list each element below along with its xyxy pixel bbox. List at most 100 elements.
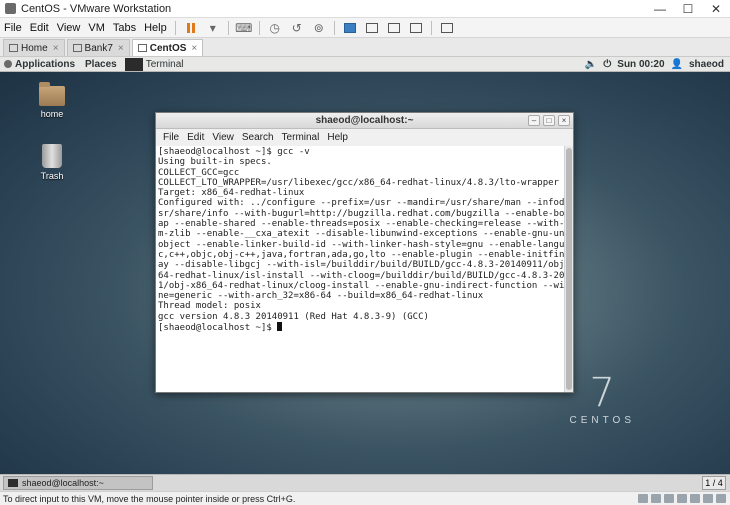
- clock[interactable]: Sun 00:20: [617, 59, 664, 70]
- terminal-line: Thread model: posix: [158, 301, 261, 312]
- places-menu[interactable]: Places: [85, 59, 117, 70]
- terminal-menu-terminal[interactable]: Terminal: [278, 132, 324, 143]
- terminal-close-button[interactable]: ×: [558, 115, 570, 126]
- terminal-line: [shaeod@localhost ~]$ gcc -v: [158, 147, 310, 157]
- console-view-button[interactable]: [438, 20, 456, 36]
- snapshot-manager-button[interactable]: ⊚: [310, 20, 328, 36]
- tab-label: CentOS: [149, 42, 187, 54]
- desktop-icon-home[interactable]: home: [32, 82, 72, 119]
- network-icon[interactable]: [664, 494, 674, 503]
- window-title-bar: CentOS - VMware Workstation — ☐ ✕: [0, 0, 730, 18]
- applications-menu[interactable]: Applications: [15, 59, 75, 70]
- taskbar-terminal-button[interactable]: shaeod@localhost:~: [3, 476, 153, 490]
- terminal-titlebar[interactable]: shaeod@localhost:~ – □ ×: [156, 113, 573, 129]
- user-menu[interactable]: shaeod: [689, 59, 724, 70]
- power-icon[interactable]: ⏻: [603, 59, 611, 70]
- menu-tabs[interactable]: Tabs: [109, 22, 140, 34]
- terminal-line: COLLECT_GCC=gcc: [158, 167, 240, 178]
- tab-bank7[interactable]: Bank7 ×: [66, 39, 130, 56]
- tab-centos[interactable]: CentOS ×: [131, 39, 204, 56]
- tab-close-icon[interactable]: ×: [191, 43, 197, 54]
- user-icon: 👤: [670, 59, 683, 70]
- active-app-terminal[interactable]: Terminal: [124, 57, 184, 72]
- sound-icon[interactable]: [690, 494, 700, 503]
- terminal-menu-help[interactable]: Help: [323, 132, 352, 143]
- gnome-desktop[interactable]: home Trash 7 CENTOS shaeod@localhost:~ –…: [0, 72, 730, 474]
- terminal-menu-search[interactable]: Search: [238, 132, 278, 143]
- terminal-window[interactable]: shaeod@localhost:~ – □ × File Edit View …: [155, 112, 574, 393]
- fullscreen-button[interactable]: [385, 20, 403, 36]
- close-button[interactable]: ✕: [702, 0, 730, 18]
- taskbar-terminal-label: shaeod@localhost:~: [22, 478, 104, 488]
- terminal-line: ap --enable-shared --enable-threads=posi…: [158, 219, 564, 230]
- gnome-window-list: shaeod@localhost:~ 1 / 4: [0, 474, 730, 491]
- unity-button[interactable]: [407, 20, 425, 36]
- menu-vm[interactable]: VM: [84, 22, 109, 34]
- applications-icon: [4, 60, 12, 68]
- send-ctrl-alt-del-button[interactable]: ⌨: [235, 20, 253, 36]
- menu-view[interactable]: View: [53, 22, 85, 34]
- desktop-icon-trash[interactable]: Trash: [32, 144, 72, 181]
- active-app-label: Terminal: [145, 58, 184, 70]
- clock-icon: ◷: [269, 20, 280, 35]
- terminal-menu-edit[interactable]: Edit: [183, 132, 208, 143]
- cd-drive-icon[interactable]: [651, 494, 661, 503]
- terminal-scrollbar[interactable]: [564, 146, 573, 392]
- centos-branding: 7 CENTOS: [570, 373, 636, 426]
- minimize-button[interactable]: —: [646, 0, 674, 18]
- terminal-line: Target: x86_64-redhat-linux: [158, 188, 305, 199]
- pause-button[interactable]: [182, 20, 200, 36]
- terminal-menu-bar: File Edit View Search Terminal Help: [156, 129, 573, 146]
- hard-disk-icon[interactable]: [638, 494, 648, 503]
- terminal-scrollbar-thumb[interactable]: [566, 148, 572, 390]
- terminal-prompt-line[interactable]: [shaeod@localhost ~]$: [158, 322, 562, 333]
- terminal-line: ne=generic --with-arch_32=x86-64 --build…: [158, 291, 484, 302]
- terminal-menu-view[interactable]: View: [208, 132, 238, 143]
- toolbar-separator: [174, 20, 176, 35]
- toolbar-separator: [333, 20, 335, 35]
- message-icon[interactable]: [716, 494, 726, 503]
- terminal-icon: [124, 57, 143, 71]
- vmware-app-icon: [5, 3, 16, 14]
- chevron-down-icon: ▾: [209, 20, 216, 35]
- revert-snapshot-button[interactable]: ↺: [288, 20, 306, 36]
- trash-icon: [42, 144, 62, 168]
- menu-file[interactable]: File: [0, 22, 26, 34]
- centos-wordmark: CENTOS: [569, 415, 635, 426]
- thumbnail-icon: [365, 22, 378, 33]
- terminal-title: shaeod@localhost:~: [315, 115, 414, 126]
- vm-icon: [137, 44, 147, 52]
- status-bar: To direct input to this VM, move the mou…: [0, 491, 730, 505]
- terminal-output[interactable]: [shaeod@localhost ~]$ gcc -v Using built-…: [156, 146, 564, 392]
- terminal-maximize-button[interactable]: □: [543, 115, 555, 126]
- home-icon: [9, 44, 18, 52]
- volume-icon[interactable]: 🔈: [585, 59, 597, 70]
- terminal-line: gcc version 4.8.3 20140911 (Red Hat 4.8.…: [158, 311, 429, 322]
- power-dropdown[interactable]: ▾: [204, 20, 222, 36]
- workspace-indicator[interactable]: 1 / 4: [702, 476, 726, 490]
- menu-bar: File Edit View VM Tabs Help ▾ ⌨ ◷ ↺ ⊚: [0, 18, 730, 38]
- unity-icon: [409, 22, 422, 33]
- tab-close-icon[interactable]: ×: [118, 43, 124, 54]
- toolbar-separator: [258, 20, 260, 35]
- snapshot-button[interactable]: ◷: [266, 20, 284, 36]
- sidebar-icon: [343, 22, 356, 33]
- console-icon: [440, 22, 453, 33]
- display-icon[interactable]: [703, 494, 713, 503]
- terminal-line: Configured with: ../configure --prefix=/…: [158, 198, 564, 209]
- terminal-minimize-button[interactable]: –: [528, 115, 540, 126]
- terminal-line: COLLECT_LTO_WRAPPER=/usr/libexec/gcc/x86…: [158, 177, 559, 188]
- tab-label: Home: [21, 42, 48, 54]
- menu-edit[interactable]: Edit: [26, 22, 53, 34]
- fullscreen-icon: [387, 22, 400, 33]
- usb-icon[interactable]: [677, 494, 687, 503]
- terminal-prompt: [shaeod@localhost ~]$: [158, 323, 278, 334]
- terminal-menu-file[interactable]: File: [159, 132, 183, 143]
- tab-close-icon[interactable]: ×: [53, 43, 59, 54]
- tab-home[interactable]: Home ×: [3, 39, 65, 56]
- terminal-cursor: [277, 322, 283, 332]
- maximize-button[interactable]: ☐: [674, 0, 702, 18]
- thumbnail-view-button[interactable]: [363, 20, 381, 36]
- menu-help[interactable]: Help: [140, 22, 171, 34]
- library-view-button[interactable]: [341, 20, 359, 36]
